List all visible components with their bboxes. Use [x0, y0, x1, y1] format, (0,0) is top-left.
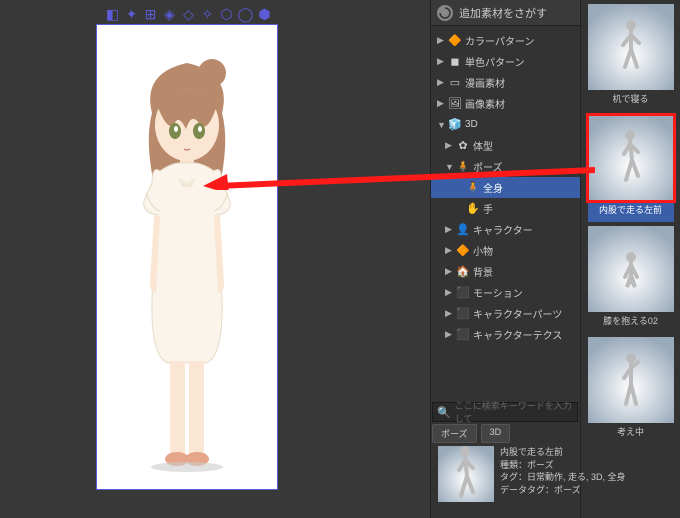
filter-pose-button[interactable]: ポーズ: [432, 424, 477, 443]
tree-item-image[interactable]: ▶🖼画像素材: [431, 93, 580, 114]
label: キャラクターパーツ: [473, 306, 562, 321]
character-bounding-box[interactable]: [96, 24, 278, 490]
label: モーション: [473, 285, 523, 300]
material-tree: ▶🔶カラーパターン ▶◼単色パターン ▶▭漫画素材 ▶🖼画像素材 ▼🧊3D ▶✿…: [431, 26, 580, 349]
keyword-search-input[interactable]: 🔍 ここに検索キーワードを入力して: [432, 402, 578, 422]
label: 単色パターン: [465, 54, 525, 69]
pose-thumb[interactable]: 机で寝る: [588, 4, 674, 111]
detail-preview: [438, 446, 494, 502]
tool-icon[interactable]: ◧: [104, 6, 121, 23]
canvas-area: ◧ ✦ ⊞ ◈ ◇ ✧ ⬡ ◯ ⬢: [0, 0, 430, 518]
tree-item-char-parts[interactable]: ▶⬛キャラクターパーツ: [431, 303, 580, 324]
tree-item-hand[interactable]: ✋手: [431, 198, 580, 219]
label: 3D: [465, 119, 478, 130]
label: 手: [483, 201, 493, 216]
datatag-value: ポーズ: [554, 485, 581, 495]
label: 漫画素材: [465, 75, 505, 90]
tree-item-motion[interactable]: ▶⬛モーション: [431, 282, 580, 303]
tree-item-3d[interactable]: ▼🧊3D: [431, 114, 580, 135]
filter-3d-button[interactable]: 3D: [481, 424, 511, 443]
label: 体型: [473, 138, 493, 153]
pose-preview: [588, 4, 674, 90]
label: 小物: [473, 243, 493, 258]
tree-item-mono-pattern[interactable]: ▶◼単色パターン: [431, 51, 580, 72]
label: キャラクターテクス: [473, 327, 562, 342]
tool-icon[interactable]: ✧: [199, 6, 216, 23]
tree-item-color-pattern[interactable]: ▶🔶カラーパターン: [431, 30, 580, 51]
tree-item-manga[interactable]: ▶▭漫画素材: [431, 72, 580, 93]
label: 背景: [473, 264, 493, 279]
label: 全身: [483, 180, 503, 195]
pose-thumb-selected[interactable]: 内股で走る左前: [588, 115, 674, 222]
label: キャラクター: [473, 222, 533, 237]
pose-label: 考え中: [588, 423, 674, 444]
tree-item-body[interactable]: ▶✿体型: [431, 135, 580, 156]
tool-icon[interactable]: ⬢: [256, 6, 273, 23]
tree-item-full-body[interactable]: 🧍全身: [431, 177, 580, 198]
character-model[interactable]: [112, 53, 262, 473]
kind-value: ポーズ: [527, 460, 554, 470]
filter-buttons: ポーズ 3D: [432, 424, 510, 443]
tool-icon[interactable]: ⬡: [218, 6, 235, 23]
placeholder: ここに検索キーワードを入力して: [455, 399, 573, 425]
pose-thumb[interactable]: 考え中: [588, 337, 674, 444]
search-icon: 🔍: [437, 406, 451, 419]
tool-icon[interactable]: ⊞: [142, 6, 159, 23]
detail-text: 内股で走る左前 種類：ポーズ タグ：日常動作, 走る, 3D, 全身 データタグ…: [500, 446, 626, 502]
detail-title: 内股で走る左前: [500, 446, 626, 459]
label: 3D: [490, 427, 502, 437]
object-toolbar: ◧ ✦ ⊞ ◈ ◇ ✧ ⬡ ◯ ⬢: [104, 6, 273, 23]
pose-thumb[interactable]: 膝を抱える02: [588, 226, 674, 333]
kind-label: 種類：: [500, 460, 527, 470]
swirl-icon: [437, 5, 453, 21]
pose-preview: [588, 226, 674, 312]
tool-icon[interactable]: ✦: [123, 6, 140, 23]
tree-item-small-items[interactable]: ▶🔶小物: [431, 240, 580, 261]
tree-item-char-tex[interactable]: ▶⬛キャラクターテクス: [431, 324, 580, 345]
label: 画像素材: [465, 96, 505, 111]
tool-icon[interactable]: ◈: [161, 6, 178, 23]
pose-label: 膝を抱える02: [588, 312, 674, 333]
selected-pose-detail: 内股で走る左前 種類：ポーズ タグ：日常動作, 走る, 3D, 全身 データタグ…: [438, 446, 676, 502]
label: ポーズ: [473, 159, 503, 174]
pose-label: 机で寝る: [588, 90, 674, 111]
tree-item-background[interactable]: ▶🏠背景: [431, 261, 580, 282]
label: ポーズ: [441, 429, 468, 439]
label: カラーパターン: [465, 33, 534, 48]
tag-label: タグ：: [500, 472, 527, 482]
datatag-label: データタグ：: [500, 485, 554, 495]
search-materials-label: 追加素材をさがす: [459, 5, 547, 21]
tree-item-pose[interactable]: ▼🧍ポーズ: [431, 156, 580, 177]
search-materials-header[interactable]: 追加素材をさがす: [431, 0, 580, 26]
pose-preview: [588, 115, 674, 201]
tag-value: 日常動作, 走る, 3D, 全身: [527, 472, 626, 482]
tool-icon[interactable]: ◇: [180, 6, 197, 23]
tool-icon[interactable]: ◯: [237, 6, 254, 23]
tree-item-character[interactable]: ▶👤キャラクター: [431, 219, 580, 240]
pose-label: 内股で走る左前: [588, 201, 674, 222]
pose-preview: [588, 337, 674, 423]
pose-thumbnails-panel: 机で寝る 内股で走る左前 膝を抱える02 考え中: [580, 0, 680, 518]
